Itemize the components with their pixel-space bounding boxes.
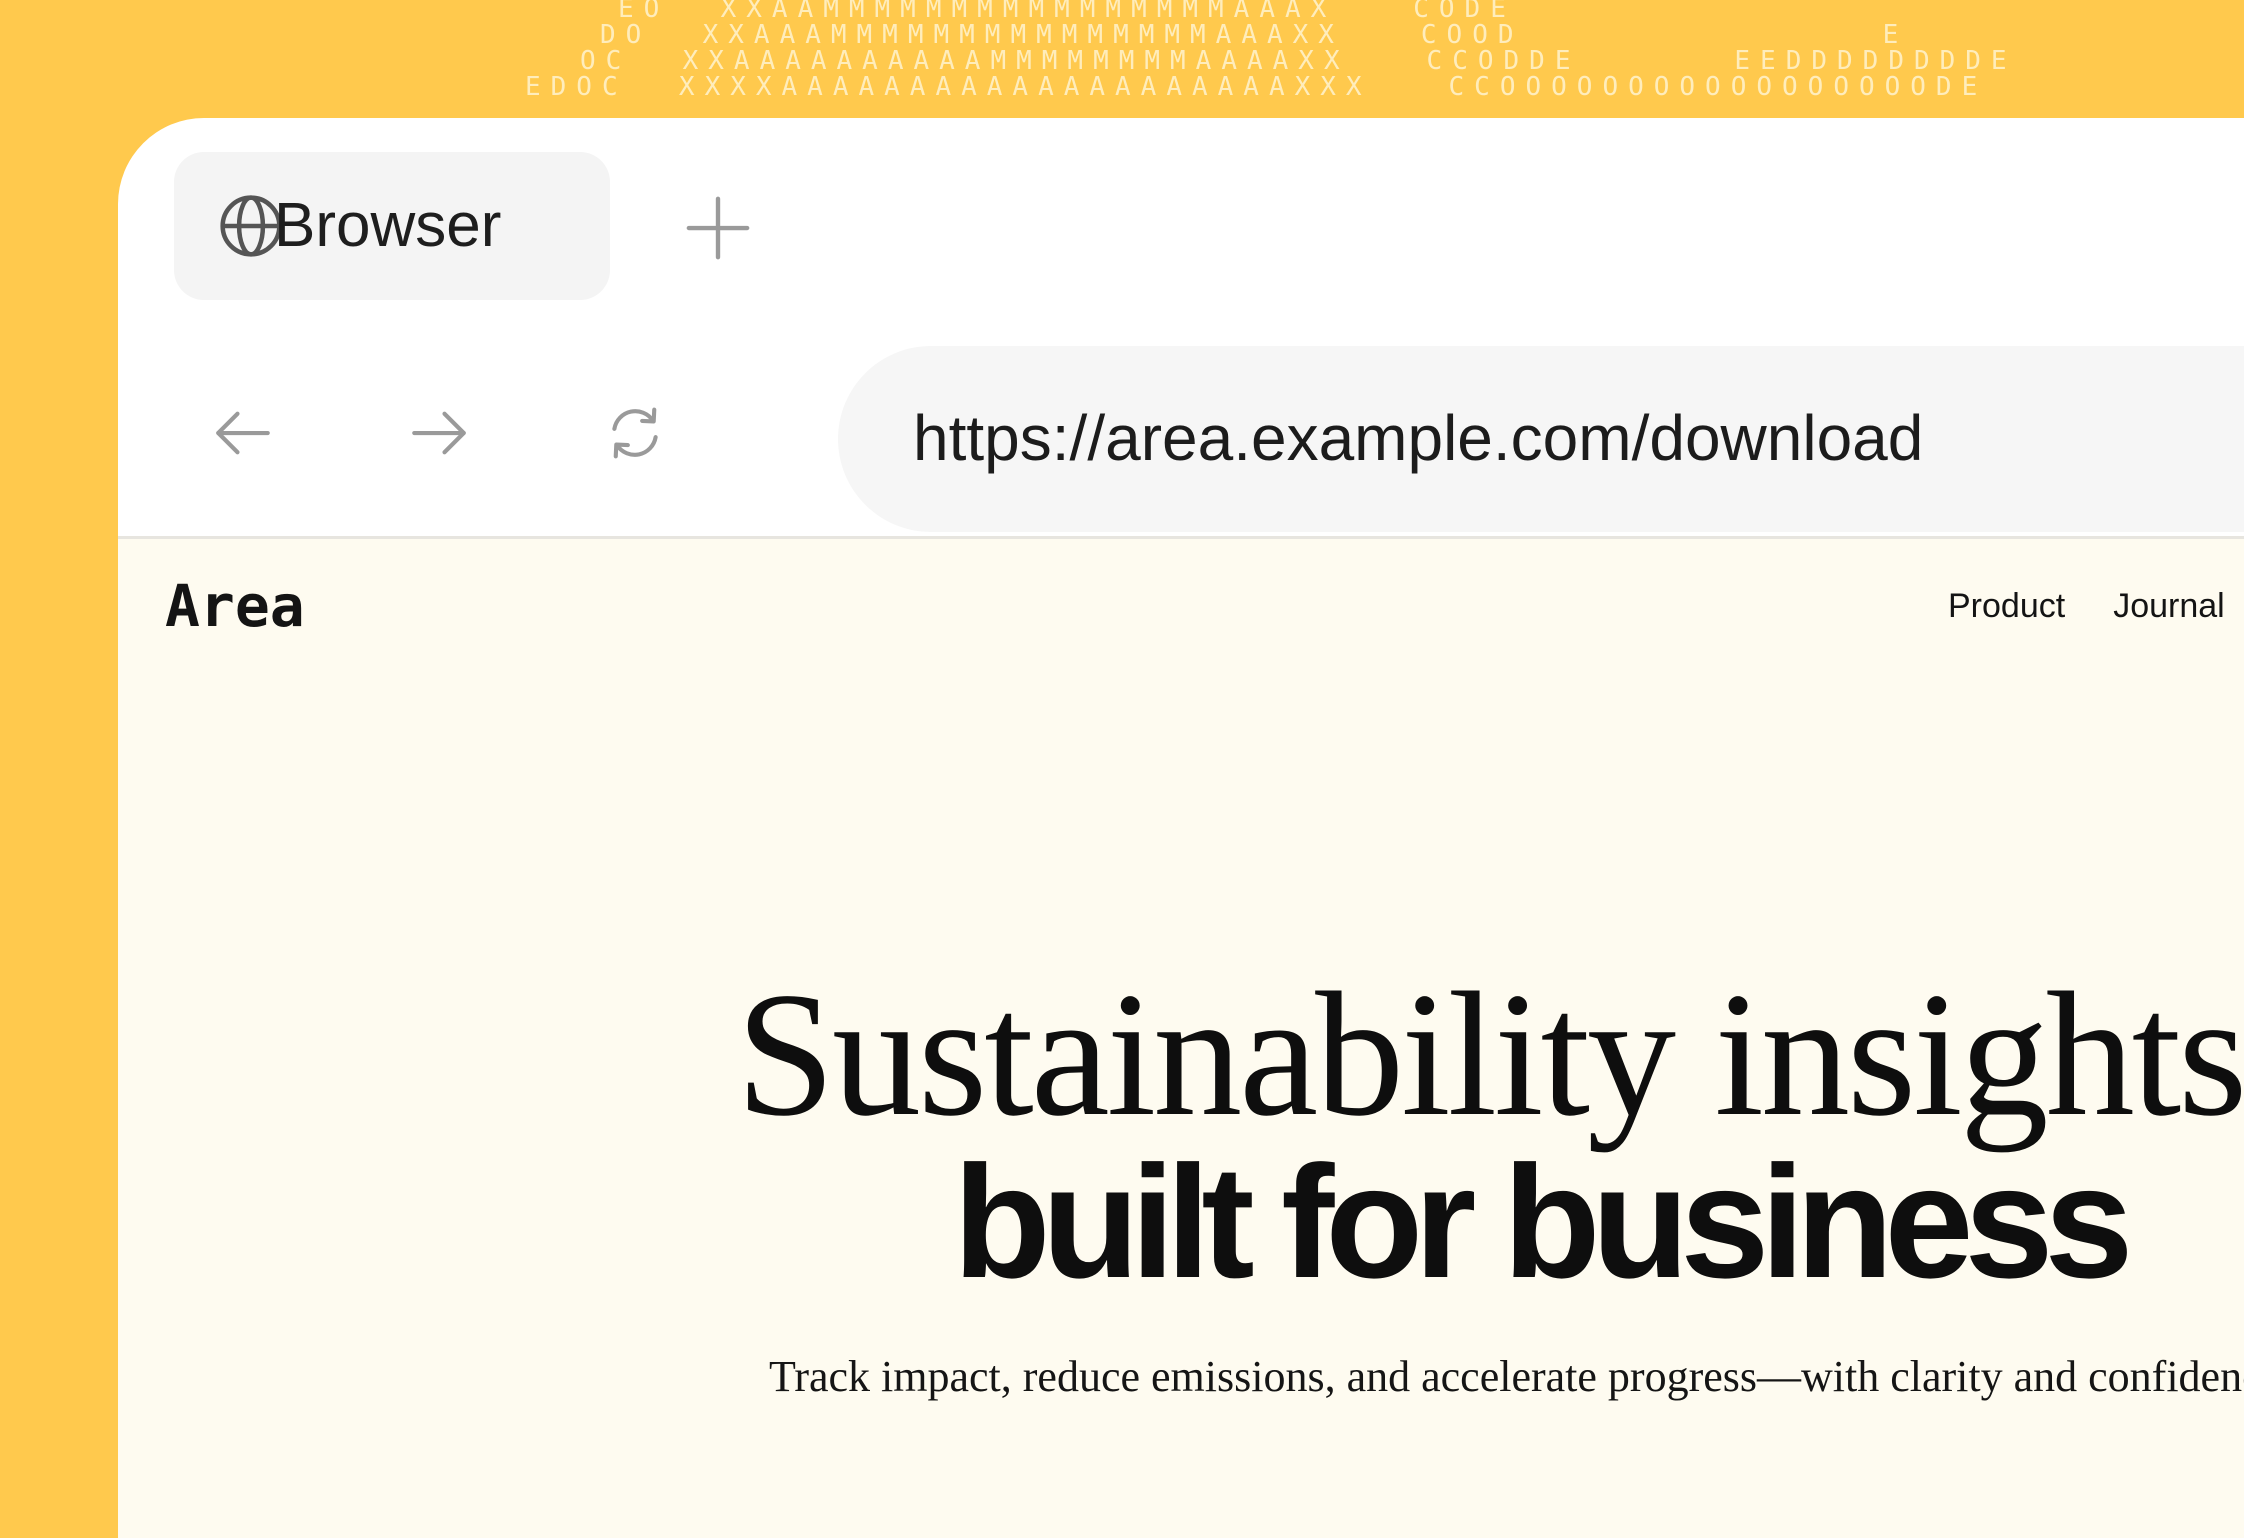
page-content: Area Product Journal Sustainability insi… — [118, 536, 2244, 1538]
ascii-line: EDOC XXXXAAAAAAAAAAAAAAAAAAAAXXX CCOOOOO… — [525, 72, 1988, 102]
tab-label: Browser — [274, 191, 502, 260]
hero-subtitle: Track impact, reduce emissions, and acce… — [769, 1352, 2244, 1401]
nav-link-journal[interactable]: Journal — [2113, 585, 2225, 627]
nav-link-product[interactable]: Product — [1948, 585, 2065, 627]
arrow-right-icon[interactable] — [406, 400, 472, 466]
plus-icon[interactable] — [683, 193, 753, 263]
address-bar[interactable]: https://area.example.com/download — [838, 346, 2244, 532]
reload-icon[interactable] — [602, 400, 668, 466]
site-logo[interactable]: Area — [165, 571, 305, 641]
site-nav: Product Journal — [1948, 585, 2225, 627]
arrow-left-icon[interactable] — [210, 400, 276, 466]
browser-tab[interactable]: Browser — [174, 152, 610, 300]
url-text: https://area.example.com/download — [913, 402, 1924, 474]
hero-title-line-2: built for business — [953, 1132, 2133, 1311]
browser-window: Browser https://area.example.com/downloa… — [118, 118, 2244, 1538]
hero-title-line-1: Sustainability insights — [736, 955, 2244, 1153]
